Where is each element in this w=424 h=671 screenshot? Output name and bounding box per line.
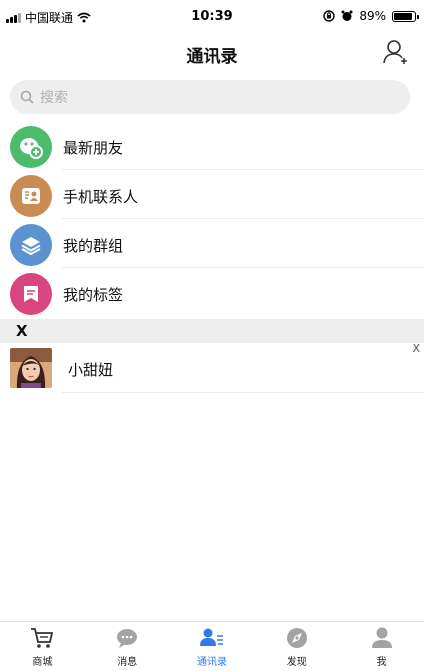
search-placeholder: 搜索	[40, 90, 68, 106]
tab-label: 消息	[117, 657, 138, 668]
tab-contacts[interactable]: 通讯录	[170, 622, 255, 671]
add-friend-button[interactable]	[382, 38, 410, 66]
status-bar: 中国联通 10:39 89%	[0, 0, 424, 30]
section-letter: X	[16, 322, 28, 340]
menu-item-tags[interactable]: 我的标签	[0, 268, 424, 317]
tab-mall[interactable]: 商城	[0, 622, 85, 671]
search-input[interactable]: 搜索	[10, 80, 410, 114]
battery-icon	[392, 10, 419, 22]
alarm-icon	[341, 10, 353, 21]
phone-contacts-icon	[10, 175, 52, 217]
me-icon	[369, 626, 395, 650]
menu-item-groups[interactable]: 我的群组	[0, 219, 424, 268]
contact-name: 小甜妞	[68, 361, 114, 379]
tab-messages[interactable]: 消息	[85, 622, 170, 671]
menu-item-new-friends[interactable]: 最新朋友	[0, 121, 424, 170]
page-title: 通讯录	[186, 47, 238, 67]
tab-me[interactable]: 我	[339, 622, 424, 671]
menu-item-label: 最新朋友	[63, 139, 124, 157]
menu-item-label: 手机联系人	[63, 188, 139, 206]
search-icon	[20, 90, 34, 104]
orientation-lock-icon	[323, 10, 336, 22]
tab-label: 通讯录	[196, 657, 227, 668]
tag-icon	[10, 273, 52, 315]
tab-discover[interactable]: 发现	[254, 622, 339, 671]
discover-icon	[284, 626, 310, 650]
tab-bar: 商城 消息 通讯录 发现 我	[0, 621, 424, 671]
menu-item-phone-contacts[interactable]: 手机联系人	[0, 170, 424, 219]
status-right: 89%	[323, 9, 419, 23]
tab-label: 发现	[286, 657, 307, 668]
add-user-icon	[383, 40, 407, 64]
contact-item[interactable]: 小甜妞	[0, 343, 424, 393]
menu-item-label: 我的群组	[63, 237, 124, 255]
contacts-icon	[199, 626, 225, 650]
avatar	[10, 348, 52, 388]
cart-icon	[29, 626, 55, 650]
index-bar-letter[interactable]: X	[412, 342, 420, 355]
divider	[62, 392, 424, 393]
tab-label: 我	[376, 657, 387, 668]
section-header: X	[0, 319, 424, 343]
group-icon	[10, 224, 52, 266]
menu-item-label: 我的标签	[63, 286, 124, 304]
tab-label: 商城	[32, 657, 53, 668]
battery-percent: 89%	[359, 9, 386, 23]
message-icon	[114, 626, 140, 650]
new-friend-icon	[10, 126, 52, 168]
nav-bar: 通讯录	[0, 30, 424, 74]
